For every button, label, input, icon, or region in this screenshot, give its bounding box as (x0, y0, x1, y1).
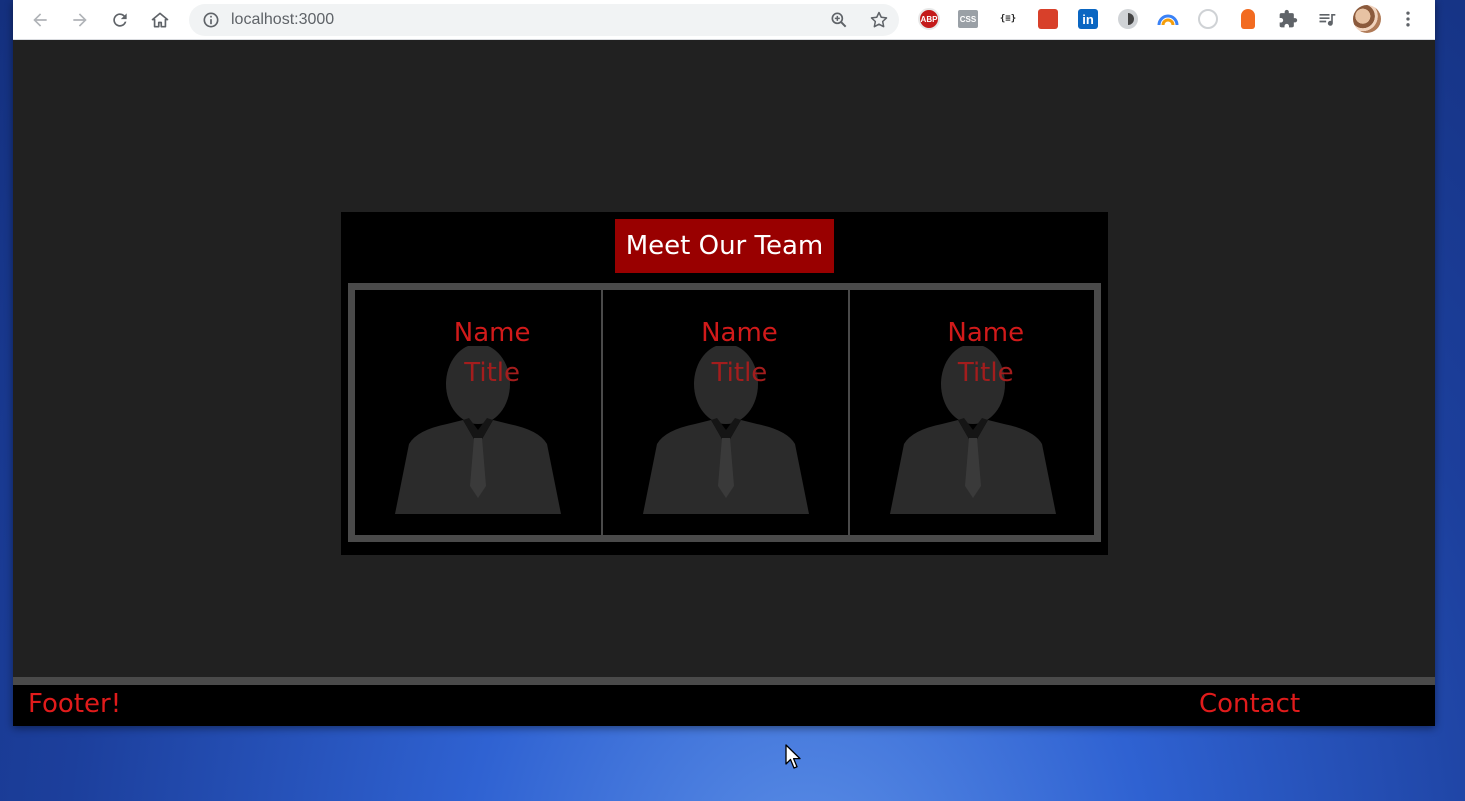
team-member-card: Name Title (355, 290, 601, 535)
home-button[interactable] (146, 6, 174, 34)
team-section: Meet Our Team Name Title Name Title Name… (341, 212, 1108, 555)
home-icon (151, 12, 169, 28)
contact-link[interactable]: Contact (1199, 689, 1300, 719)
star-icon[interactable] (869, 10, 889, 30)
reload-icon (113, 13, 127, 27)
react-devtools-button[interactable] (1036, 7, 1060, 31)
extension-red-icon (1038, 9, 1058, 29)
adblock-extension-button[interactable]: ABP (917, 7, 941, 31)
team-heading: Meet Our Team (615, 219, 834, 273)
playlist-icon (1319, 14, 1336, 26)
extensions-menu-button[interactable] (1276, 7, 1300, 31)
arrow-left-icon (33, 13, 47, 27)
rainbow-icon (1157, 14, 1179, 26)
adblock-icon: ABP (918, 8, 940, 30)
member-name: Name (701, 318, 778, 348)
page-footer: Footer! Contact (13, 677, 1435, 726)
flame-icon (1241, 9, 1255, 29)
team-member-card: Name Title (601, 290, 847, 535)
member-title: Title (711, 358, 768, 388)
page-content: Meet Our Team Name Title Name Title Name… (13, 41, 1435, 726)
info-icon[interactable] (201, 10, 221, 30)
json-icon: {≡} (999, 14, 1017, 24)
media-control-button[interactable] (1315, 7, 1339, 31)
linkedin-icon: in (1078, 9, 1098, 29)
member-name: Name (453, 318, 531, 348)
url-text: localhost:3000 (231, 11, 335, 28)
browser-menu-button[interactable] (1396, 7, 1420, 31)
member-title: Title (957, 358, 1014, 388)
team-member-card: Name Title (847, 290, 1094, 535)
profile-avatar[interactable] (1353, 5, 1381, 33)
flame-extension-button[interactable] (1236, 7, 1260, 31)
dark-mode-icon (1118, 9, 1138, 29)
dark-mode-extension-button[interactable] (1116, 7, 1140, 31)
kebab-menu-icon (1406, 11, 1410, 27)
browser-window: localhost:3000 ABP CSS {≡} in Meet Our T… (13, 0, 1435, 726)
target-extension-button[interactable] (1196, 7, 1220, 31)
back-button[interactable] (26, 6, 54, 34)
forward-button[interactable] (66, 6, 94, 34)
zoom-icon[interactable] (829, 10, 849, 30)
footer-label: Footer! (28, 689, 122, 719)
reload-button[interactable] (106, 6, 134, 34)
target-icon (1198, 9, 1218, 29)
team-members-grid: Name Title Name Title Name Title (348, 283, 1101, 542)
json-extension-button[interactable]: {≡} (996, 7, 1020, 31)
linkedin-extension-button[interactable]: in (1076, 7, 1100, 31)
css-extension-button[interactable]: CSS (956, 7, 980, 31)
browser-toolbar: localhost:3000 ABP CSS {≡} in (13, 0, 1435, 40)
member-title: Title (464, 358, 521, 388)
rainbow-extension-button[interactable] (1156, 7, 1180, 31)
address-bar[interactable]: localhost:3000 (189, 4, 899, 36)
mouse-cursor-icon (785, 744, 801, 769)
member-name: Name (947, 318, 1025, 348)
arrow-right-icon (73, 13, 87, 27)
css-icon: CSS (958, 10, 978, 28)
puzzle-icon (1279, 9, 1298, 28)
